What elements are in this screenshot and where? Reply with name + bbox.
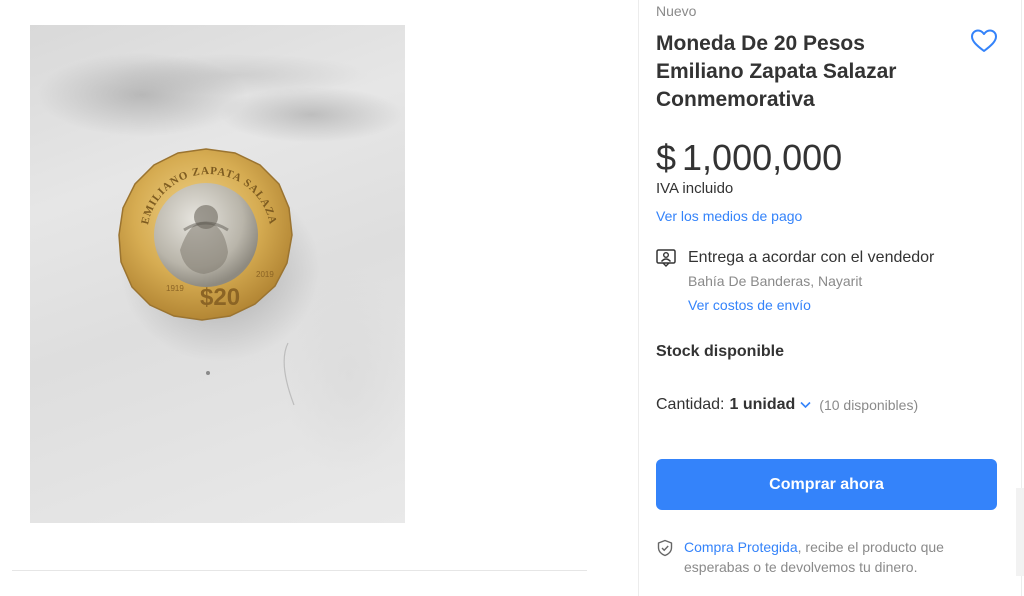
currency-symbol: $	[656, 137, 677, 178]
handshake-user-icon	[656, 249, 676, 267]
coin-image: EMILIANO ZAPATA SALAZAR $20 1919 2019	[30, 25, 320, 406]
quantity-selector[interactable]: 1 unidad	[730, 396, 812, 414]
condition-label: Nuevo	[656, 3, 697, 19]
price: $1,000,000	[656, 138, 842, 178]
quantity-value: 1 unidad	[729, 396, 796, 413]
price-amount: 1,000,000	[682, 137, 843, 178]
shipping-costs-link[interactable]: Ver costos de envío	[688, 297, 811, 313]
divider	[12, 570, 587, 571]
shipping-location: Bahía De Banderas, Nayarit	[688, 273, 863, 289]
payment-methods-link[interactable]: Ver los medios de pago	[656, 208, 802, 224]
tax-note: IVA incluido	[656, 180, 734, 197]
coin-year-left: 1919	[166, 284, 184, 293]
coin-year-right: 2019	[256, 270, 274, 279]
gallery-pane: EMILIANO ZAPATA SALAZAR $20 1919 2019	[0, 0, 638, 576]
coin-value: $20	[200, 284, 240, 311]
buy-now-button[interactable]: Comprar ahora	[656, 459, 997, 510]
product-photo[interactable]: EMILIANO ZAPATA SALAZAR $20 1919 2019	[30, 25, 405, 523]
quantity-available: (10 disponibles)	[819, 397, 919, 413]
chevron-down-icon	[800, 401, 811, 409]
heart-icon[interactable]	[970, 28, 998, 54]
shipping-title: Entrega a acordar con el vendedor	[688, 249, 935, 266]
shield-check-icon	[657, 539, 673, 557]
scrollbar-track[interactable]	[1016, 488, 1024, 576]
product-title: Moneda De 20 Pesos Emiliano Zapata Salaz…	[656, 32, 897, 111]
stock-status: Stock disponible	[656, 343, 785, 360]
quantity-row: Cantidad: 1 unidad (10 disponibles)	[656, 396, 918, 414]
quantity-label: Cantidad:	[656, 396, 725, 413]
protected-purchase-link[interactable]: Compra Protegida	[684, 539, 798, 555]
purchase-protection: Compra Protegida, recibe el producto que…	[684, 537, 984, 577]
